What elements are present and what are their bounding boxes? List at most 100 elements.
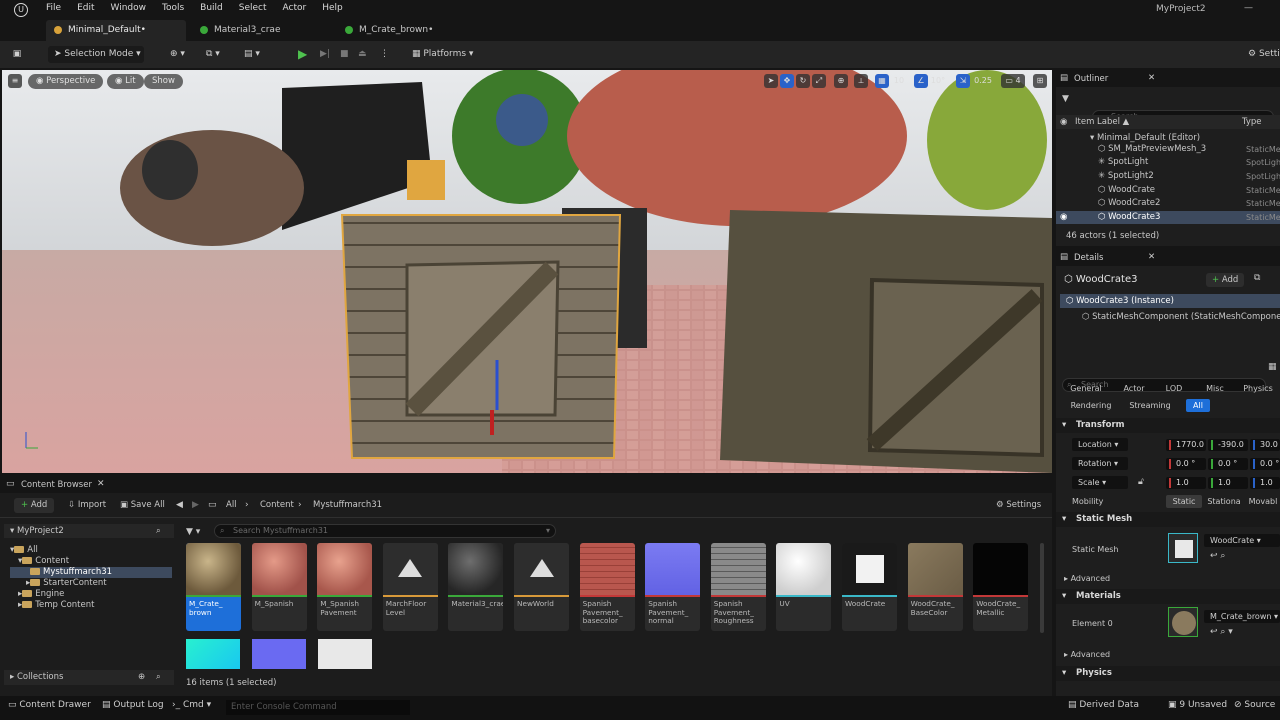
material-thumbnail[interactable]	[1168, 607, 1198, 637]
filter-icon[interactable]: ▼ ▾	[186, 527, 200, 537]
show-button[interactable]: Show	[144, 74, 183, 89]
unreal-logo-icon[interactable]: U	[14, 3, 28, 17]
menu-help[interactable]: Help	[322, 3, 343, 13]
search-icon[interactable]: ⌕	[156, 524, 161, 538]
outliner-row[interactable]: ⬡ WoodCrate2 StaticMe	[1056, 197, 1280, 210]
blueprint-icon[interactable]: ⧉	[1254, 273, 1260, 283]
material-dropdown[interactable]: M_Crate_brown ▾	[1204, 610, 1280, 623]
add-actor-icon[interactable]: ⊕ ▾	[170, 46, 185, 63]
viewport-menu-icon[interactable]: ≡	[8, 74, 22, 88]
import-button[interactable]: ⇩ Import	[68, 500, 106, 510]
asset-tile[interactable]: MarchFloor Level	[382, 543, 438, 631]
tree-engine[interactable]: ▸ Engine	[18, 589, 64, 600]
unsaved-button[interactable]: ▣ 9 Unsaved	[1168, 700, 1227, 710]
advanced-expander[interactable]: ▸ Advanced	[1064, 574, 1110, 583]
category-all[interactable]: All	[1186, 399, 1210, 412]
menu-tools[interactable]: Tools	[162, 3, 184, 13]
close-icon[interactable]: ✕	[97, 479, 105, 489]
scale-x-field[interactable]: 1.0	[1166, 477, 1206, 489]
browse-icon[interactable]: ↩ ⌕ ▾	[1210, 627, 1233, 637]
static-mesh-dropdown[interactable]: WoodCrate ▾	[1204, 534, 1280, 547]
back-icon[interactable]: ◀	[176, 500, 183, 510]
blueprint-icon[interactable]: ⧉ ▾	[206, 46, 220, 63]
static-mesh-section[interactable]: ▾ Static Mesh	[1056, 512, 1280, 527]
selection-mode-dropdown[interactable]: ➤ Selection Mode ▾	[48, 46, 144, 63]
more-options-icon[interactable]: ⋮	[380, 46, 389, 63]
grid-snap-value[interactable]: 10	[890, 74, 908, 88]
location-dropdown[interactable]: Location ▾	[1072, 438, 1128, 451]
category-general[interactable]: General	[1064, 382, 1108, 395]
settings-button[interactable]: ⚙ Setti	[1248, 46, 1280, 63]
settings-button[interactable]: ⚙ Settings	[996, 500, 1041, 510]
static-mesh-thumbnail[interactable]	[1168, 533, 1198, 563]
content-drawer-button[interactable]: ▭ Content Drawer	[8, 700, 91, 710]
menu-actor[interactable]: Actor	[283, 3, 307, 13]
rotation-z-field[interactable]: 0.0 °	[1250, 458, 1280, 470]
asset-tile[interactable]: M_Crate_ brown	[186, 543, 241, 631]
add-component-button[interactable]: + Add	[1206, 273, 1245, 287]
tree-all[interactable]: ▾ All	[10, 545, 38, 556]
sources-header[interactable]: ▾ MyProject2 ⌕	[4, 524, 174, 538]
lit-button[interactable]: ◉ Lit	[107, 74, 144, 89]
materials-section[interactable]: ▾ Materials	[1056, 589, 1280, 604]
location-z-field[interactable]: 30.0	[1250, 439, 1280, 451]
close-icon[interactable]: ✕	[1148, 252, 1155, 262]
collections-header[interactable]: ▸ Collections ⊕ ⌕	[4, 670, 174, 685]
asset-tile[interactable]: WoodCrate	[842, 543, 897, 631]
asset-tile[interactable]: WoodCrate_ BaseColor	[907, 543, 963, 631]
minimize-icon[interactable]: —	[1244, 3, 1253, 13]
source-control-button[interactable]: ⊘ Source	[1234, 700, 1275, 710]
tree-mystuffmarch31[interactable]: Mystuffmarch31	[10, 567, 172, 578]
asset-tile[interactable]: M_Spanish Pavement	[317, 543, 373, 631]
category-physics[interactable]: Physics	[1236, 382, 1280, 395]
menu-window[interactable]: Window	[111, 3, 147, 13]
breadcrumb-all[interactable]: All	[226, 500, 237, 510]
rotation-snap-icon[interactable]: ∠	[914, 74, 928, 88]
search-icon[interactable]: ⌕	[156, 670, 161, 685]
asset-thumbnail[interactable]	[318, 639, 372, 669]
cmd-dropdown[interactable]: ›_ Cmd ▾	[172, 700, 211, 710]
rotation-y-field[interactable]: 0.0 °	[1208, 458, 1248, 470]
scale-snap-icon[interactable]: ⇲	[956, 74, 970, 88]
save-all-button[interactable]: ▣ Save All	[120, 500, 165, 510]
output-log-button[interactable]: ▤ Output Log	[102, 700, 164, 710]
asset-tile[interactable]: NewWorld	[514, 543, 569, 631]
level-viewport[interactable]: ≡ ◉ Perspective ◉ Lit Show ➤ ✥ ↻ ⤢ ⊕ ⟂ ▦…	[2, 70, 1052, 473]
scale-tool-icon[interactable]: ⤢	[812, 74, 826, 88]
asset-tile[interactable]: Material3_crae	[448, 543, 504, 631]
outliner-row-selected[interactable]: ◉ ⬡ WoodCrate3 StaticMe	[1056, 211, 1280, 224]
grid-view-icon[interactable]: ▦	[1268, 362, 1277, 372]
instance-row[interactable]: ⬡ WoodCrate3 (Instance)	[1060, 294, 1280, 308]
asset-tile[interactable]: Spanish Pavement_ Roughness	[710, 543, 766, 631]
mobility-static[interactable]: Static	[1166, 495, 1202, 508]
scrollbar[interactable]	[1040, 543, 1044, 633]
mobility-stationary[interactable]: Stationa	[1204, 495, 1244, 508]
tab-m-crate-brown[interactable]: M_Crate_brown•	[337, 20, 477, 41]
transform-section[interactable]: ▾ Transform	[1056, 418, 1280, 433]
maximize-viewport-icon[interactable]: ⊞	[1033, 74, 1047, 88]
category-rendering[interactable]: Rendering	[1066, 399, 1116, 412]
select-tool-icon[interactable]: ➤	[764, 74, 778, 88]
scale-snap-value[interactable]: 0.25	[971, 74, 995, 88]
scale-dropdown[interactable]: Scale ▾	[1072, 476, 1128, 489]
scale-y-field[interactable]: 1.0	[1208, 477, 1248, 489]
console-command-input[interactable]: Enter Console Command	[226, 700, 410, 715]
asset-tile[interactable]: M_Spanish	[251, 543, 307, 631]
asset-tile[interactable]: Spanish Pavement_ basecolor	[579, 543, 635, 631]
lock-icon[interactable]: 🔓︎	[1138, 477, 1144, 487]
scale-z-field[interactable]: 1.0	[1250, 477, 1280, 489]
stop-icon[interactable]: ■	[340, 46, 349, 63]
tree-content[interactable]: ▾ Content	[18, 556, 69, 567]
outliner-row[interactable]: ✳ SpotLight SpotLigh	[1056, 156, 1280, 169]
step-icon[interactable]: ▶|	[320, 46, 330, 63]
close-icon[interactable]: ✕	[1148, 73, 1155, 83]
rotate-tool-icon[interactable]: ↻	[796, 74, 810, 88]
breadcrumb-content[interactable]: Content	[260, 500, 294, 510]
derived-data-button[interactable]: ▤ Derived Data	[1068, 700, 1139, 710]
category-actor[interactable]: Actor	[1112, 382, 1156, 395]
camera-speed-button[interactable]: ▭ 4	[1001, 74, 1025, 88]
play-icon[interactable]: ▶	[298, 46, 307, 63]
outliner-row[interactable]: ✳ SpotLight2 SpotLigh	[1056, 170, 1280, 183]
asset-tile[interactable]: WoodCrate_ Metallic	[973, 543, 1029, 631]
category-streaming[interactable]: Streaming	[1124, 399, 1176, 412]
